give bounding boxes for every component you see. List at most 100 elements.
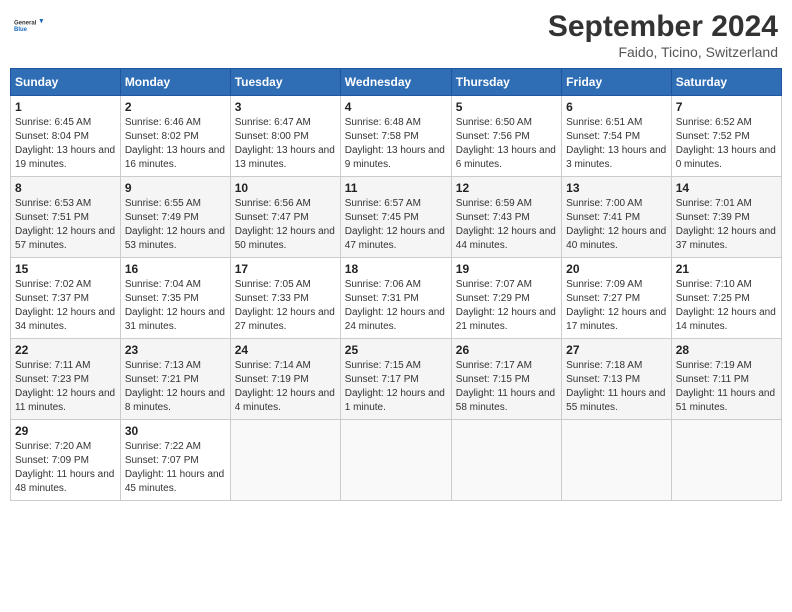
day-detail: Sunrise: 6:46 AMSunset: 8:02 PMDaylight:… <box>125 116 226 172</box>
day-number: 27 <box>566 343 667 357</box>
day-number: 21 <box>676 262 777 276</box>
calendar-cell: 22 Sunrise: 7:11 AMSunset: 7:23 PMDayligh… <box>11 339 121 420</box>
day-detail: Sunrise: 6:56 AMSunset: 7:47 PMDaylight:… <box>235 197 336 253</box>
day-detail: Sunrise: 7:04 AMSunset: 7:35 PMDaylight:… <box>125 278 226 334</box>
day-detail: Sunrise: 6:59 AMSunset: 7:43 PMDaylight:… <box>456 197 557 253</box>
day-number: 29 <box>15 424 116 438</box>
calendar-cell: 18 Sunrise: 7:06 AMSunset: 7:31 PMDayligh… <box>340 258 451 339</box>
calendar-cell: 10 Sunrise: 6:56 AMSunset: 7:47 PMDayligh… <box>230 177 340 258</box>
calendar-cell <box>340 420 451 501</box>
day-detail: Sunrise: 7:09 AMSunset: 7:27 PMDaylight:… <box>566 278 667 334</box>
day-detail: Sunrise: 6:51 AMSunset: 7:54 PMDaylight:… <box>566 116 667 172</box>
calendar-cell <box>671 420 781 501</box>
calendar-cell: 7 Sunrise: 6:52 AMSunset: 7:52 PMDaylight… <box>671 96 781 177</box>
day-detail: Sunrise: 6:55 AMSunset: 7:49 PMDaylight:… <box>125 197 226 253</box>
calendar-cell: 20 Sunrise: 7:09 AMSunset: 7:27 PMDayligh… <box>562 258 672 339</box>
calendar-cell: 28 Sunrise: 7:19 AMSunset: 7:11 PMDayligh… <box>671 339 781 420</box>
day-number: 14 <box>676 181 777 195</box>
svg-text:General: General <box>14 20 37 26</box>
calendar-week-2: 8 Sunrise: 6:53 AMSunset: 7:51 PMDaylight… <box>11 177 782 258</box>
day-number: 10 <box>235 181 336 195</box>
day-number: 12 <box>456 181 557 195</box>
calendar-cell: 12 Sunrise: 6:59 AMSunset: 7:43 PMDayligh… <box>451 177 561 258</box>
day-detail: Sunrise: 7:10 AMSunset: 7:25 PMDaylight:… <box>676 278 777 334</box>
day-detail: Sunrise: 7:06 AMSunset: 7:31 PMDaylight:… <box>345 278 447 334</box>
calendar-cell <box>230 420 340 501</box>
calendar-cell: 23 Sunrise: 7:13 AMSunset: 7:21 PMDayligh… <box>120 339 230 420</box>
day-detail: Sunrise: 6:50 AMSunset: 7:56 PMDaylight:… <box>456 116 557 172</box>
day-number: 4 <box>345 100 447 114</box>
calendar-cell: 8 Sunrise: 6:53 AMSunset: 7:51 PMDaylight… <box>11 177 121 258</box>
calendar-cell: 14Sunrise: 7:01 AMSunset: 7:39 PMDayligh… <box>671 177 781 258</box>
calendar-cell: 1Sunrise: 6:45 AMSunset: 8:04 PMDaylight… <box>11 96 121 177</box>
calendar-cell: 13Sunrise: 7:00 AMSunset: 7:41 PMDayligh… <box>562 177 672 258</box>
day-number: 18 <box>345 262 447 276</box>
page-subtitle: Faido, Ticino, Switzerland <box>548 44 778 60</box>
calendar-cell: 26 Sunrise: 7:17 AMSunset: 7:15 PMDayligh… <box>451 339 561 420</box>
calendar-cell: 27 Sunrise: 7:18 AMSunset: 7:13 PMDayligh… <box>562 339 672 420</box>
day-detail: Sunrise: 6:53 AMSunset: 7:51 PMDaylight:… <box>15 197 116 253</box>
day-detail: Sunrise: 7:02 AMSunset: 7:37 PMDaylight:… <box>15 278 116 334</box>
day-number: 3 <box>235 100 336 114</box>
day-number: 26 <box>456 343 557 357</box>
day-detail: Sunrise: 6:45 AMSunset: 8:04 PMDaylight:… <box>15 116 116 172</box>
day-number: 9 <box>125 181 226 195</box>
calendar-cell: 4 Sunrise: 6:48 AMSunset: 7:58 PMDaylight… <box>340 96 451 177</box>
day-number: 22 <box>15 343 116 357</box>
day-detail: Sunrise: 7:15 AMSunset: 7:17 PMDaylight:… <box>345 359 447 415</box>
day-number: 7 <box>676 100 777 114</box>
title-area: September 2024 Faido, Ticino, Switzerlan… <box>548 10 778 60</box>
day-detail: Sunrise: 6:48 AMSunset: 7:58 PMDaylight:… <box>345 116 447 172</box>
page-title: September 2024 <box>548 10 778 44</box>
calendar-cell: 2 Sunrise: 6:46 AMSunset: 8:02 PMDaylight… <box>120 96 230 177</box>
calendar-cell <box>562 420 672 501</box>
logo-icon: GeneralBlue <box>14 10 44 40</box>
calendar-cell: 15 Sunrise: 7:02 AMSunset: 7:37 PMDayligh… <box>11 258 121 339</box>
day-detail: Sunrise: 7:05 AMSunset: 7:33 PMDaylight:… <box>235 278 336 334</box>
calendar-cell: 16 Sunrise: 7:04 AMSunset: 7:35 PMDayligh… <box>120 258 230 339</box>
calendar-cell: 11Sunrise: 6:57 AMSunset: 7:45 PMDayligh… <box>340 177 451 258</box>
day-detail: Sunrise: 7:22 AMSunset: 7:07 PMDaylight:… <box>125 440 226 496</box>
calendar-cell: 6Sunrise: 6:51 AMSunset: 7:54 PMDaylight… <box>562 96 672 177</box>
day-detail: Sunrise: 7:19 AMSunset: 7:11 PMDaylight:… <box>676 359 777 415</box>
calendar-cell: 25Sunrise: 7:15 AMSunset: 7:17 PMDayligh… <box>340 339 451 420</box>
day-number: 16 <box>125 262 226 276</box>
calendar-header-thursday: Thursday <box>451 69 561 96</box>
calendar-cell: 9 Sunrise: 6:55 AMSunset: 7:49 PMDaylight… <box>120 177 230 258</box>
calendar-header-tuesday: Tuesday <box>230 69 340 96</box>
calendar-cell: 5Sunrise: 6:50 AMSunset: 7:56 PMDaylight… <box>451 96 561 177</box>
day-number: 15 <box>15 262 116 276</box>
calendar-cell: 17 Sunrise: 7:05 AMSunset: 7:33 PMDayligh… <box>230 258 340 339</box>
day-number: 2 <box>125 100 226 114</box>
calendar-cell <box>451 420 561 501</box>
day-number: 8 <box>15 181 116 195</box>
calendar-cell: 19 Sunrise: 7:07 AMSunset: 7:29 PMDayligh… <box>451 258 561 339</box>
calendar-cell: 30 Sunrise: 7:22 AMSunset: 7:07 PMDayligh… <box>120 420 230 501</box>
day-detail: Sunrise: 7:07 AMSunset: 7:29 PMDaylight:… <box>456 278 557 334</box>
logo: GeneralBlue <box>14 10 44 40</box>
day-detail: Sunrise: 7:17 AMSunset: 7:15 PMDaylight:… <box>456 359 557 415</box>
calendar-header-saturday: Saturday <box>671 69 781 96</box>
calendar-header-monday: Monday <box>120 69 230 96</box>
day-detail: Sunrise: 7:18 AMSunset: 7:13 PMDaylight:… <box>566 359 667 415</box>
day-number: 20 <box>566 262 667 276</box>
day-detail: Sunrise: 6:57 AMSunset: 7:45 PMDaylight:… <box>345 197 447 253</box>
calendar-cell: 24Sunrise: 7:14 AMSunset: 7:19 PMDayligh… <box>230 339 340 420</box>
day-detail: Sunrise: 7:20 AMSunset: 7:09 PMDaylight:… <box>15 440 116 496</box>
day-detail: Sunrise: 7:13 AMSunset: 7:21 PMDaylight:… <box>125 359 226 415</box>
day-number: 17 <box>235 262 336 276</box>
day-number: 30 <box>125 424 226 438</box>
day-detail: Sunrise: 7:14 AMSunset: 7:19 PMDaylight:… <box>235 359 336 415</box>
calendar-week-4: 22 Sunrise: 7:11 AMSunset: 7:23 PMDayligh… <box>11 339 782 420</box>
calendar-week-3: 15 Sunrise: 7:02 AMSunset: 7:37 PMDayligh… <box>11 258 782 339</box>
day-number: 13 <box>566 181 667 195</box>
calendar-week-5: 29 Sunrise: 7:20 AMSunset: 7:09 PMDayligh… <box>11 420 782 501</box>
day-detail: Sunrise: 7:11 AMSunset: 7:23 PMDaylight:… <box>15 359 116 415</box>
calendar-table: SundayMondayTuesdayWednesdayThursdayFrid… <box>10 68 782 501</box>
day-number: 23 <box>125 343 226 357</box>
day-detail: Sunrise: 6:52 AMSunset: 7:52 PMDaylight:… <box>676 116 777 172</box>
calendar-cell: 21 Sunrise: 7:10 AMSunset: 7:25 PMDayligh… <box>671 258 781 339</box>
calendar-cell: 29 Sunrise: 7:20 AMSunset: 7:09 PMDayligh… <box>11 420 121 501</box>
day-number: 28 <box>676 343 777 357</box>
day-number: 19 <box>456 262 557 276</box>
